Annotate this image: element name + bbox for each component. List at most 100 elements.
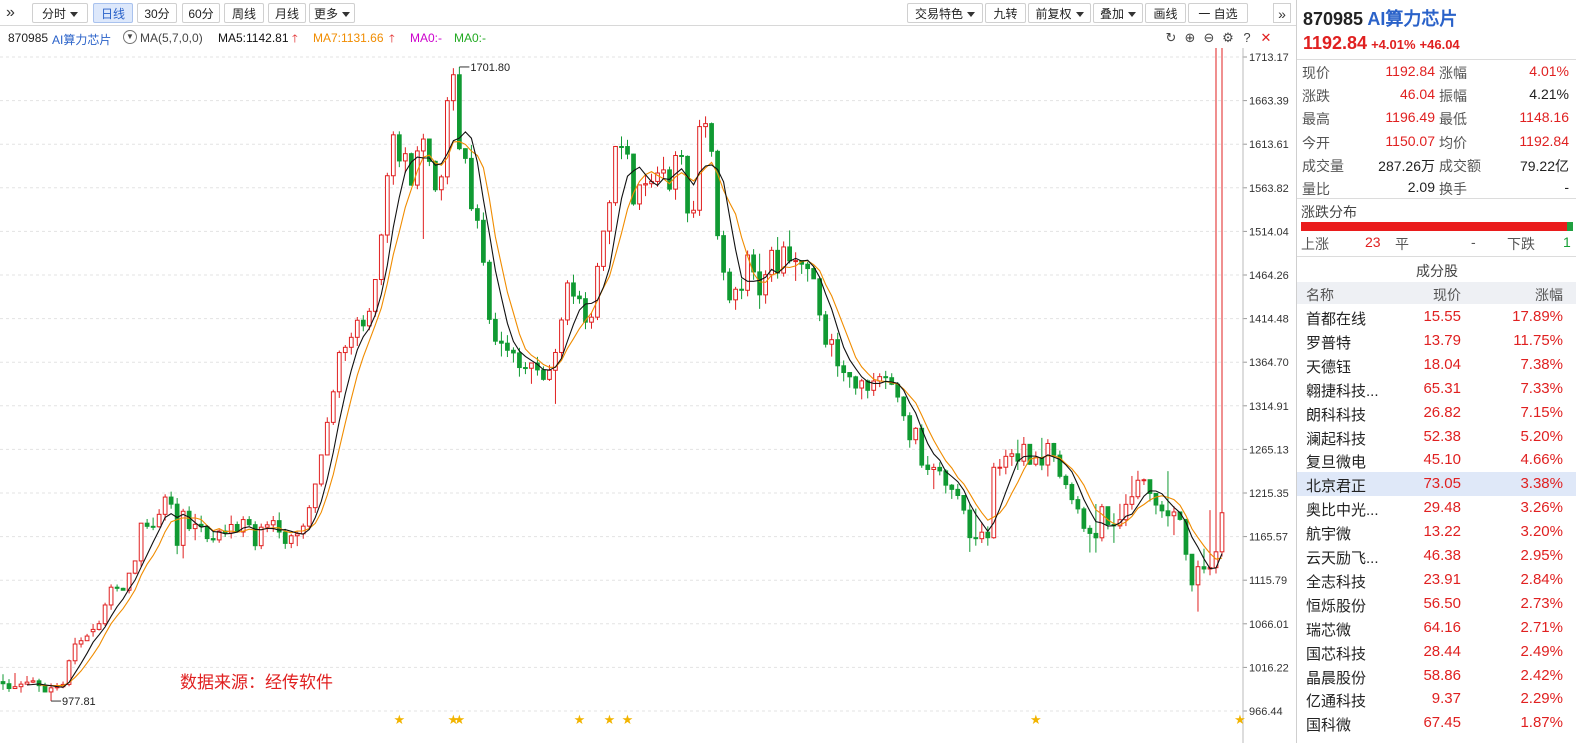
component-row[interactable]: 恒烁股份 56.50 2.73% (1297, 592, 1576, 616)
ma-dropdown-icon[interactable]: ▼ (123, 30, 137, 44)
quote-value: 1196.49 (1385, 109, 1435, 126)
component-pct: 2.49% (1520, 642, 1563, 660)
candle-body (1129, 496, 1135, 505)
component-name: 航宇微 (1306, 526, 1352, 544)
toolbar-button[interactable]: 一 自选 (1188, 3, 1248, 23)
col-price[interactable]: 现价 (1433, 285, 1461, 305)
dist-flat-count: - (1471, 234, 1476, 250)
quote-value: 4.21% (1529, 86, 1569, 103)
collapse-right-icon[interactable]: » (1273, 3, 1291, 23)
candle-body (679, 155, 684, 158)
candle-body (559, 319, 564, 353)
component-price: 18.04 (1423, 355, 1461, 373)
zoom-out-icon[interactable]: ⊖ (1201, 30, 1217, 46)
quote-row: 量比 2.09 换手 - (1297, 176, 1576, 199)
component-pct: 7.15% (1520, 403, 1563, 421)
col-pct[interactable]: 涨幅 (1535, 285, 1563, 305)
component-name: 罗普特 (1306, 334, 1352, 352)
component-name: 云天励飞... (1306, 550, 1379, 567)
toolbar-button[interactable]: 30分 (137, 3, 177, 23)
candle-body (547, 369, 552, 380)
component-row[interactable]: 航宇微 13.22 3.20% (1297, 520, 1576, 544)
candle-body (108, 586, 114, 606)
component-row[interactable]: 云天励飞... 46.38 2.95% (1297, 544, 1576, 568)
y-tick-label: 966.44 (1249, 706, 1283, 718)
settings-icon[interactable]: ⚙ (1220, 30, 1236, 46)
candle-body (895, 383, 901, 398)
toolbar-button-label: 画线 (1153, 7, 1178, 21)
candle-body (180, 510, 186, 546)
candle-body (168, 496, 174, 505)
panel-chg: +46.04 (1419, 37, 1460, 52)
distribution-title: 涨跌分布 (1301, 204, 1357, 220)
component-row[interactable]: 北京君正 73.05 3.38% (1297, 472, 1576, 497)
candle-body (727, 271, 732, 301)
toolbar-button[interactable]: 更多 (309, 3, 355, 23)
component-row[interactable]: 翱捷科技... 65.31 7.33% (1297, 377, 1576, 401)
component-pct: 4.66% (1520, 451, 1563, 469)
quote-panel: 870985 AI算力芯片 1192.84 +4.01% +46.04 现价 1192… (1296, 0, 1576, 743)
toolbar-button[interactable]: 月线 (268, 3, 306, 23)
component-row[interactable]: 奥比中光... 29.48 3.26% (1297, 496, 1576, 520)
ma-params[interactable]: MA(5,7,0,0) (140, 31, 203, 45)
component-row[interactable]: 首都在线 15.55 17.89% (1297, 305, 1576, 329)
component-row[interactable]: 天德钰 18.04 7.38% (1297, 353, 1576, 377)
candle-body (919, 427, 925, 466)
candle-body (541, 369, 546, 380)
kline-chart[interactable]: 1713.17 1663.39 1613.61 1563.82 1514.04 1464.… (0, 48, 1296, 743)
component-row[interactable]: 亿通科技 9.37 2.29% (1297, 687, 1576, 711)
component-row[interactable]: 罗普特 13.79 11.75% (1297, 329, 1576, 353)
candle-body (901, 396, 907, 417)
candle-body (192, 523, 198, 530)
component-row[interactable]: 国芯科技 28.44 2.49% (1297, 640, 1576, 664)
component-row[interactable]: 复旦微电 45.10 4.66% (1297, 448, 1576, 472)
toolbar-button[interactable]: 画线 (1145, 3, 1186, 23)
candle-body (156, 513, 162, 528)
y-tick-label: 1016.22 (1249, 662, 1289, 674)
candle-body (691, 209, 696, 214)
toolbar-button[interactable]: 分时 (32, 3, 88, 23)
component-row[interactable]: 全志科技 23.91 2.84% (1297, 568, 1576, 592)
candle-body (997, 466, 1003, 469)
toolbar-button[interactable]: 交易特色 (907, 3, 983, 23)
chevron-down-icon (967, 12, 975, 18)
toolbar-button[interactable]: 日线 (93, 3, 133, 23)
star-icon: ★ (622, 713, 634, 728)
ma0-value-b: MA0:- (454, 31, 487, 45)
toolbar-button[interactable]: 九转 (985, 3, 1026, 23)
candle-body (589, 316, 594, 323)
candle-body (697, 126, 702, 211)
candle-body (853, 376, 859, 389)
component-price: 13.22 (1423, 523, 1461, 541)
y-tick-label: 1115.79 (1249, 575, 1287, 587)
quote-label: 现价 (1302, 65, 1330, 81)
help-icon[interactable]: ? (1239, 30, 1255, 46)
candle-body (1165, 510, 1171, 517)
candle-body (390, 134, 396, 177)
zoom-in-icon[interactable]: ⊕ (1182, 30, 1198, 46)
candle-body (1135, 479, 1141, 498)
toolbar-button[interactable]: 叠加 (1093, 3, 1143, 23)
toolbar-button[interactable]: 前复权 (1028, 3, 1091, 23)
component-name: 北京君正 (1306, 478, 1367, 496)
component-price: 45.10 (1423, 451, 1461, 469)
component-row[interactable]: 国科微 67.45 1.87% (1297, 711, 1576, 735)
quote-value: 4.01% (1529, 63, 1569, 79)
candle-body (30, 680, 36, 683)
panel-code: 870985 (1303, 9, 1364, 29)
component-row[interactable]: 晶晨股份 58.86 2.42% (1297, 664, 1576, 688)
candle-body (637, 184, 642, 205)
col-name[interactable]: 名称 (1306, 285, 1334, 305)
component-name: 澜起科技 (1306, 430, 1367, 448)
candle-body (330, 391, 336, 423)
component-row[interactable]: 澜起科技 52.38 5.20% (1297, 425, 1576, 449)
toolbar-button[interactable]: 周线 (224, 3, 264, 23)
collapse-left-icon[interactable]: » (6, 3, 15, 23)
component-row[interactable]: 瑞芯微 64.16 2.71% (1297, 616, 1576, 640)
refresh-icon[interactable]: ↻ (1163, 30, 1179, 46)
close-icon[interactable]: ✕ (1258, 30, 1274, 46)
toolbar-button[interactable]: 60分 (182, 3, 220, 23)
component-pct: 11.75% (1513, 331, 1563, 349)
candle-body (384, 175, 390, 236)
component-row[interactable]: 朗科科技 26.82 7.15% (1297, 401, 1576, 425)
